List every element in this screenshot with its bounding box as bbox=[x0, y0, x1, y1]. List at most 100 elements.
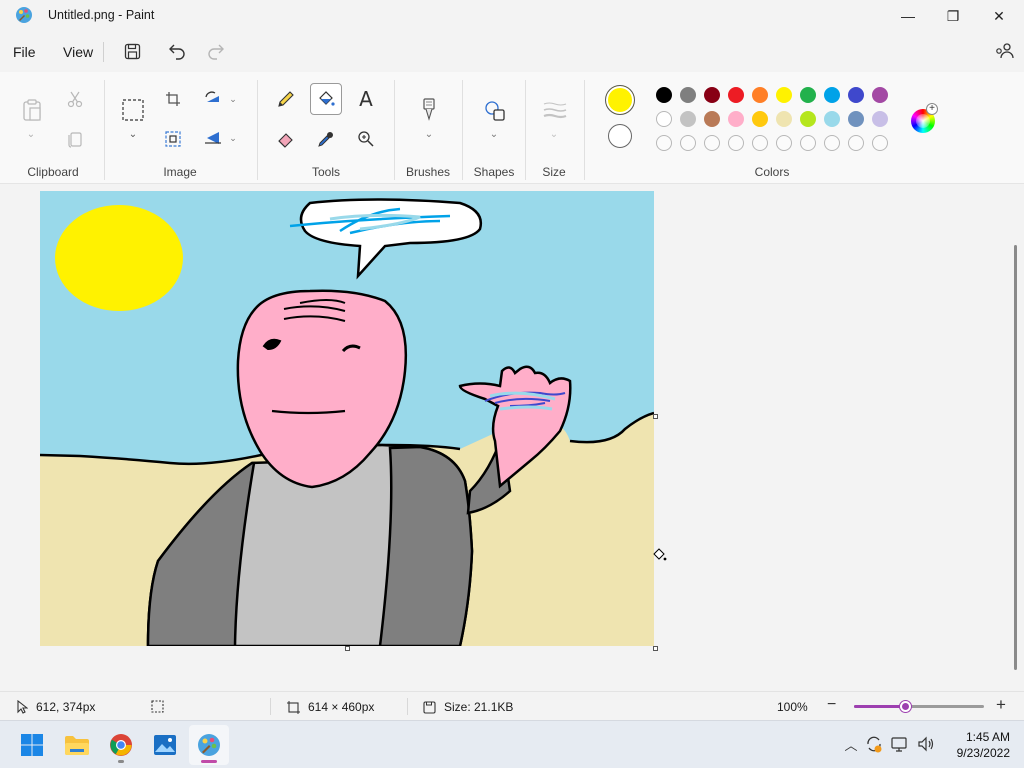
paste-button[interactable] bbox=[20, 97, 44, 123]
resize-button[interactable] bbox=[164, 130, 182, 148]
eraser-tool[interactable] bbox=[276, 129, 296, 149]
custom-color-slot[interactable] bbox=[872, 135, 888, 151]
volume-icon[interactable] bbox=[917, 735, 935, 753]
color-swatch[interactable] bbox=[704, 111, 720, 127]
color-swatch[interactable] bbox=[824, 87, 840, 103]
color-swatch[interactable] bbox=[704, 87, 720, 103]
color-swatch[interactable] bbox=[728, 87, 744, 103]
resize-handle-right[interactable] bbox=[653, 414, 658, 419]
zoom-in-icon[interactable]: + bbox=[996, 695, 1006, 715]
system-clock[interactable]: 1:45 AM 9/23/2022 bbox=[940, 729, 1010, 761]
color-swatch[interactable] bbox=[752, 111, 768, 127]
select-dropdown-chevron-icon[interactable]: ⌄ bbox=[126, 127, 140, 141]
color-swatch[interactable] bbox=[872, 111, 888, 127]
select-button[interactable] bbox=[121, 98, 145, 122]
text-icon: A bbox=[359, 87, 373, 111]
clock-date: 9/23/2022 bbox=[956, 746, 1010, 760]
color-swatch[interactable] bbox=[800, 87, 816, 103]
canvas-size-icon bbox=[287, 700, 300, 714]
network-icon[interactable] bbox=[891, 735, 909, 753]
shapes-group-label: Shapes bbox=[473, 165, 515, 179]
rotate-icon bbox=[205, 91, 219, 102]
flip-dropdown-chevron-icon[interactable]: ⌄ bbox=[228, 132, 238, 144]
magnifier-icon bbox=[358, 131, 374, 147]
paint-taskbar-button[interactable] bbox=[189, 725, 229, 765]
secondary-color-swatch[interactable] bbox=[608, 124, 632, 148]
pencil-tool[interactable] bbox=[276, 89, 296, 109]
crop-icon bbox=[166, 92, 180, 106]
drawing-canvas[interactable] bbox=[40, 191, 654, 646]
undo-button[interactable] bbox=[166, 40, 188, 62]
cut-button[interactable] bbox=[66, 89, 84, 109]
custom-color-slot[interactable] bbox=[800, 135, 816, 151]
chrome-button[interactable] bbox=[101, 725, 141, 765]
size-dropdown-chevron-icon[interactable]: ⌄ bbox=[548, 127, 560, 141]
zoom-out-icon[interactable]: − bbox=[827, 696, 836, 714]
shapes-button[interactable] bbox=[483, 99, 507, 123]
color-swatch[interactable] bbox=[824, 111, 840, 127]
zoom-slider-thumb[interactable] bbox=[900, 701, 911, 712]
brush-icon bbox=[423, 98, 435, 121]
menu-view[interactable]: View bbox=[63, 44, 93, 60]
ribbon-divider bbox=[257, 80, 258, 180]
color-swatch[interactable] bbox=[800, 111, 816, 127]
share-icon[interactable] bbox=[993, 40, 1015, 62]
redo-button[interactable] bbox=[205, 40, 227, 62]
maximize-button[interactable]: ❐ bbox=[930, 0, 976, 32]
color-swatch[interactable] bbox=[848, 111, 864, 127]
custom-color-slot[interactable] bbox=[656, 135, 672, 151]
vertical-scrollbar[interactable] bbox=[1014, 245, 1017, 670]
crop-button[interactable] bbox=[164, 90, 182, 108]
minimize-button[interactable]: — bbox=[885, 0, 931, 32]
save-icon bbox=[124, 43, 140, 59]
zoom-slider[interactable] bbox=[854, 701, 984, 712]
color-swatch[interactable] bbox=[728, 111, 744, 127]
photos-button[interactable] bbox=[145, 725, 185, 765]
color-swatch[interactable] bbox=[776, 111, 792, 127]
undo-icon bbox=[169, 44, 185, 60]
save-button[interactable] bbox=[121, 40, 143, 62]
paste-dropdown-chevron-icon[interactable]: ⌄ bbox=[24, 127, 38, 141]
sync-status-icon[interactable] bbox=[865, 735, 883, 753]
file-explorer-button[interactable] bbox=[57, 725, 97, 765]
status-divider bbox=[407, 698, 408, 715]
copy-button[interactable] bbox=[66, 129, 84, 149]
zoom-percent[interactable]: 100% bbox=[777, 700, 808, 714]
color-swatch[interactable] bbox=[776, 87, 792, 103]
color-swatch[interactable] bbox=[656, 111, 672, 127]
size-button[interactable] bbox=[543, 100, 567, 120]
copy-icon bbox=[68, 132, 82, 148]
custom-color-slot[interactable] bbox=[824, 135, 840, 151]
color-swatch[interactable] bbox=[872, 87, 888, 103]
rotate-dropdown-chevron-icon[interactable]: ⌄ bbox=[228, 93, 238, 105]
resize-handle-corner[interactable] bbox=[653, 646, 658, 651]
custom-color-slot[interactable] bbox=[848, 135, 864, 151]
resize-handle-bottom[interactable] bbox=[345, 646, 350, 651]
rotate-button[interactable] bbox=[203, 90, 223, 108]
shapes-dropdown-chevron-icon[interactable]: ⌄ bbox=[488, 127, 500, 141]
text-tool[interactable]: A bbox=[356, 87, 376, 111]
fill-tool[interactable] bbox=[316, 89, 336, 109]
custom-color-slot[interactable] bbox=[776, 135, 792, 151]
start-button[interactable] bbox=[12, 725, 52, 765]
custom-color-slot[interactable] bbox=[728, 135, 744, 151]
custom-color-slot[interactable] bbox=[704, 135, 720, 151]
custom-color-slot[interactable] bbox=[680, 135, 696, 151]
color-swatch[interactable] bbox=[752, 87, 768, 103]
brushes-button[interactable] bbox=[419, 96, 439, 122]
color-picker-tool[interactable] bbox=[316, 129, 336, 149]
show-hidden-icons-chevron-icon[interactable]: ︿ bbox=[842, 735, 860, 753]
menu-file[interactable]: File bbox=[13, 44, 36, 60]
magnifier-tool[interactable] bbox=[356, 129, 376, 149]
flip-button[interactable] bbox=[203, 129, 223, 147]
color-swatch[interactable] bbox=[656, 87, 672, 103]
primary-color-swatch[interactable] bbox=[605, 85, 635, 115]
color-swatch[interactable] bbox=[680, 87, 696, 103]
speaker-icon bbox=[918, 736, 934, 752]
color-swatch[interactable] bbox=[848, 87, 864, 103]
custom-color-slot[interactable] bbox=[752, 135, 768, 151]
close-button[interactable]: ✕ bbox=[976, 0, 1022, 32]
brushes-dropdown-chevron-icon[interactable]: ⌄ bbox=[423, 127, 435, 141]
brushes-group-label: Brushes bbox=[405, 165, 451, 179]
color-swatch[interactable] bbox=[680, 111, 696, 127]
